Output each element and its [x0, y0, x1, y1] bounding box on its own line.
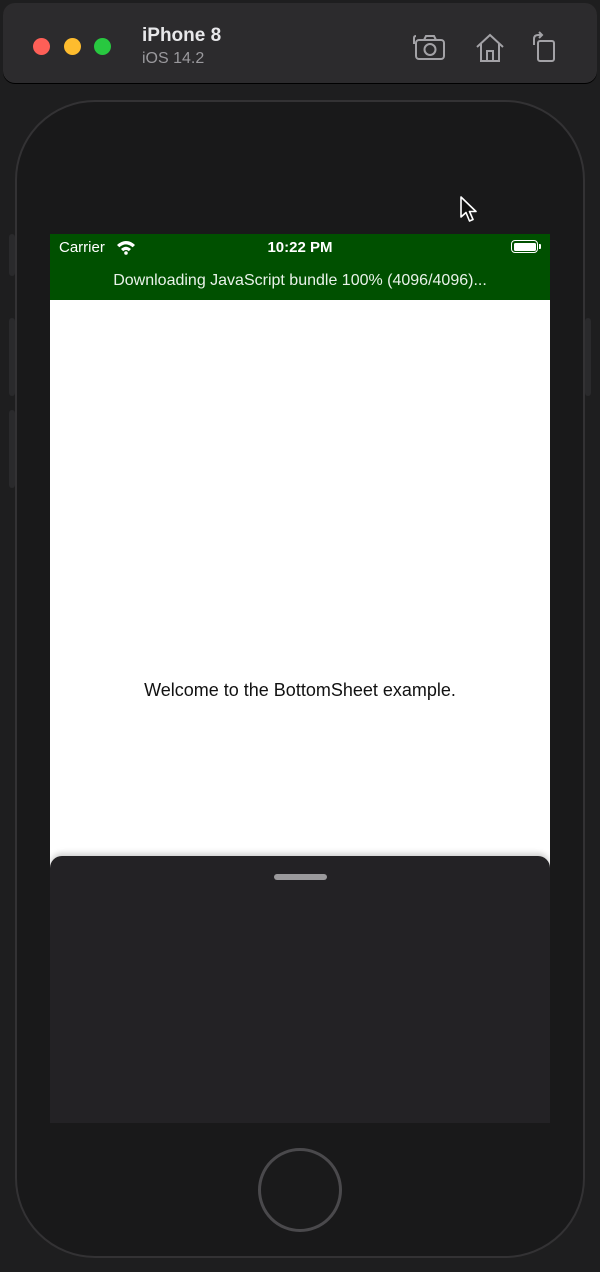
rotate-icon: [533, 31, 555, 62]
bundle-download-banner: Downloading JavaScript bundle 100% (4096…: [50, 262, 550, 300]
battery-icon: [511, 240, 538, 253]
welcome-text: Welcome to the BottomSheet example.: [144, 680, 456, 700]
minimize-window-button[interactable]: [64, 38, 81, 55]
status-time: 10:22 PM: [267, 239, 333, 256]
bottom-sheet-handle[interactable]: [274, 874, 327, 880]
close-window-button[interactable]: [33, 38, 50, 55]
screenshot-button[interactable]: [413, 31, 447, 65]
status-bar: Carrier 10:22 PM: [50, 234, 550, 262]
device-home-button[interactable]: [258, 1148, 342, 1232]
os-version: iOS 14.2: [142, 50, 205, 67]
battery-tip: [539, 244, 541, 249]
mute-switch[interactable]: [9, 234, 15, 276]
phone-screen: Carrier 10:22 PM Downloading JavaScript …: [50, 234, 550, 1123]
home-toolbar-button[interactable]: [473, 31, 507, 65]
simulator-title-bar: iPhone 8 iOS 14.2: [3, 3, 597, 83]
camera-icon: [413, 35, 445, 60]
device-name: iPhone 8: [142, 25, 222, 46]
bottom-sheet[interactable]: [50, 856, 550, 1123]
home-icon: [476, 33, 504, 62]
power-button[interactable]: [585, 318, 591, 396]
volume-up-button[interactable]: [9, 318, 15, 396]
mouse-cursor-icon: [459, 196, 479, 224]
rotate-button[interactable]: [528, 31, 562, 65]
volume-down-button[interactable]: [9, 410, 15, 488]
zoom-window-button[interactable]: [94, 38, 111, 55]
